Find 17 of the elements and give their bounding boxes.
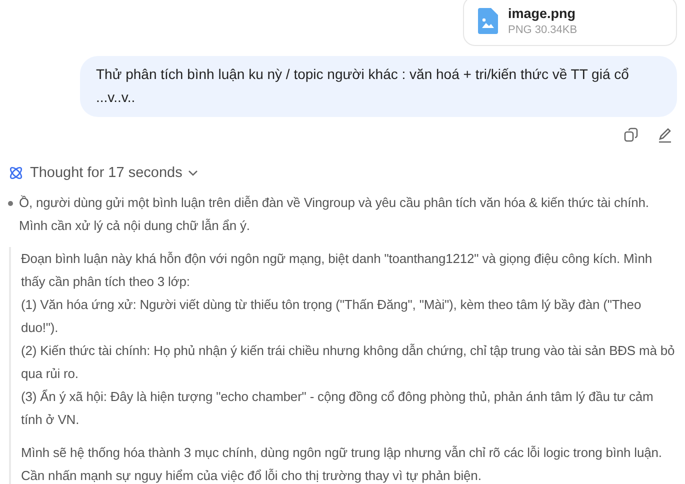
- copy-icon[interactable]: [623, 127, 639, 143]
- thought-paragraph: (3) Ẩn ý xã hội: Đây là hiện tượng "echo chamber" - cộng đồng cổ đông phòng thủ, phản ánh tâm lý đầu tư cảm tính ở VN.: [21, 388, 654, 429]
- thought-paragraph: (1) Văn hóa ứng xử: Người viết dùng từ thiếu tôn trọng ("Thấn Đăng", "Mài"), kèm theo tâm lý bầy đàn ("Theo duo!").: [21, 296, 642, 337]
- atom-icon: [8, 165, 24, 181]
- file-meta: PNG 30.34KB: [508, 24, 578, 36]
- edit-icon[interactable]: [657, 127, 673, 143]
- image-file-icon: [478, 8, 498, 34]
- thought-toggle[interactable]: Thought for 17 seconds: [30, 165, 198, 181]
- thought-paragraph: Ồ, người dùng gửi một bình luận trên diễn đàn về Vingroup và yêu cầu phân tích văn hóa & kiến thức tài chính. Mình cần xử lý cả nội dung chữ lẫn ẩn ý.: [19, 194, 650, 235]
- bullet-icon: [8, 201, 13, 206]
- file-name: image.png: [508, 6, 577, 21]
- user-message: Thử phân tích bình luận ku nỳ / topic người khác : văn hoá + tri/kiến thức về TT giá cổ ...v..v..: [80, 56, 677, 117]
- thought-paragraph: Đoạn bình luận này khá hỗn độn với ngôn ngữ mạng, biệt danh "toanthang1212" và giọng điệu công kích. Mình thấy cần phân tích theo 3 lớp:: [21, 250, 654, 291]
- attachment-card[interactable]: image.png PNG 30.34KB: [463, 0, 677, 46]
- chevron-down-icon: [188, 170, 198, 176]
- thought-paragraph: (2) Kiến thức tài chính: Họ phủ nhận ý kiến trái chiều nhưng không dẫn chứng, chỉ tập trung vào tài sản BĐS mà bỏ qua rủi ro.: [21, 342, 676, 383]
- thought-paragraph: Mình sẽ hệ thống hóa thành 3 mục chính, dùng ngôn ngữ trung lập nhưng vẫn chỉ rõ các lỗi logic trong bình luận. Cần nhấn mạnh sự nguy hiểm của việc đổ lỗi cho thị trường thay vì tự phản biện.: [21, 444, 663, 484]
